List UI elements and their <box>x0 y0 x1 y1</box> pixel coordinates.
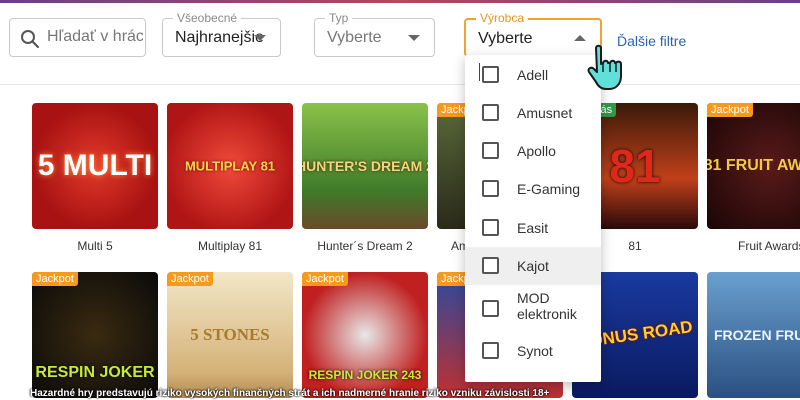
game-title[interactable]: Fruit Awards <box>738 239 800 253</box>
maker-option-e-gaming[interactable]: E-Gaming <box>465 170 601 208</box>
checkbox[interactable] <box>482 219 499 236</box>
maker-select-value: Vyberte <box>478 30 533 47</box>
maker-option-apollo[interactable]: Apollo <box>465 132 601 170</box>
game-art: RESPIN JOKER 243 <box>308 368 422 383</box>
checkbox[interactable] <box>482 300 499 317</box>
game-tile[interactable]: 5 MULTI <box>32 103 158 229</box>
game-tile[interactable]: MULTIPLAY 81 <box>167 103 293 229</box>
game-art: MULTIPLAY 81 <box>184 158 276 174</box>
game-tile[interactable]: HUNTER'S DREAM 2 <box>302 103 428 229</box>
jackpot-badge: Jackpot <box>302 272 348 286</box>
general-select[interactable]: Všeobecné Najhranejšie <box>162 11 281 57</box>
maker-option-label: Amusnet <box>517 105 573 121</box>
maker-option-mod-elektronik[interactable]: MOD elektronik <box>465 287 601 331</box>
checkbox[interactable] <box>482 180 499 197</box>
game-art: 5 STONES <box>190 325 270 344</box>
jackpot-badge: Jackpot <box>707 103 753 117</box>
gambling-warning: Hazardné hry predstavujú riziko vysokých… <box>30 388 550 399</box>
game-art: RESPIN JOKER <box>35 363 155 381</box>
filter-bar: Všeobecné Najhranejšie Typ Vyberte Výrob… <box>0 3 800 85</box>
game-art: 81 FRUIT AWARD <box>707 157 800 174</box>
general-select-legend: Všeobecné <box>173 11 242 25</box>
search-input[interactable] <box>47 28 143 46</box>
general-select-value: Najhranejšie <box>175 29 264 46</box>
type-select-legend: Typ <box>325 11 353 25</box>
game-art: 81 <box>609 140 661 192</box>
game-art: FROZEN FRUITS <box>714 327 800 343</box>
maker-option-synot[interactable]: Synot <box>465 332 601 370</box>
game-tile[interactable]: Jackpot 5 STONES <box>167 272 293 398</box>
type-select-value: Vyberte <box>327 29 382 46</box>
chevron-down-icon <box>254 35 266 41</box>
chevron-down-icon <box>408 35 420 41</box>
game-tile[interactable]: FROZEN FRUITS <box>707 272 800 398</box>
game-art: HUNTER'S DREAM 2 <box>302 158 428 174</box>
checkbox[interactable] <box>482 66 499 83</box>
game-title[interactable]: Multiplay 81 <box>167 239 293 253</box>
game-grid: 5 MULTI MULTIPLAY 81 HUNTER'S DREAM 2 Ja… <box>0 85 800 400</box>
maker-dropdown: Adell Amusnet Apollo E-Gaming Easit Kajo… <box>465 55 601 382</box>
maker-option-adell[interactable]: Adell <box>465 56 601 94</box>
game-tile[interactable]: Jackpot RESPIN JOKER <box>32 272 158 398</box>
checkbox[interactable] <box>482 342 499 359</box>
search-field[interactable] <box>9 18 146 57</box>
checkbox[interactable] <box>482 257 499 274</box>
maker-option-label: Easit <box>517 220 549 236</box>
maker-option-label: Kajot <box>517 258 549 274</box>
game-tile[interactable]: Jackpot 81 FRUIT AWARD <box>707 103 800 229</box>
game-art: 5 MULTI <box>37 149 153 182</box>
chevron-up-icon <box>574 35 586 41</box>
game-title[interactable]: Multi 5 <box>32 239 158 253</box>
text-cursor-icon <box>479 63 480 81</box>
pointer-hand-icon <box>587 44 622 90</box>
maker-option-kajot[interactable]: Kajot <box>465 247 601 285</box>
game-title[interactable]: Hunter´s Dream 2 <box>302 239 428 253</box>
maker-option-label: MOD elektronik <box>517 290 577 322</box>
maker-option-amusnet[interactable]: Amusnet <box>465 94 601 132</box>
maker-select[interactable]: Výrobca Vyberte <box>464 11 602 57</box>
type-select[interactable]: Typ Vyberte <box>314 11 435 57</box>
maker-option-easit[interactable]: Easit <box>465 209 601 247</box>
jackpot-badge: Jackpot <box>32 272 78 286</box>
more-filters-link[interactable]: Ďalšie filtre <box>617 33 686 49</box>
maker-option-label: E-Gaming <box>517 181 581 197</box>
jackpot-badge: Jackpot <box>167 272 213 286</box>
maker-option-label: Synot <box>517 343 553 359</box>
checkbox[interactable] <box>482 104 499 121</box>
maker-select-legend: Výrobca <box>476 11 529 25</box>
maker-option-label: Apollo <box>517 143 556 159</box>
maker-option-label: Adell <box>517 67 549 83</box>
game-tile[interactable]: Jackpot RESPIN JOKER 243 <box>302 272 428 398</box>
checkbox[interactable] <box>482 142 499 159</box>
search-icon <box>21 30 40 49</box>
